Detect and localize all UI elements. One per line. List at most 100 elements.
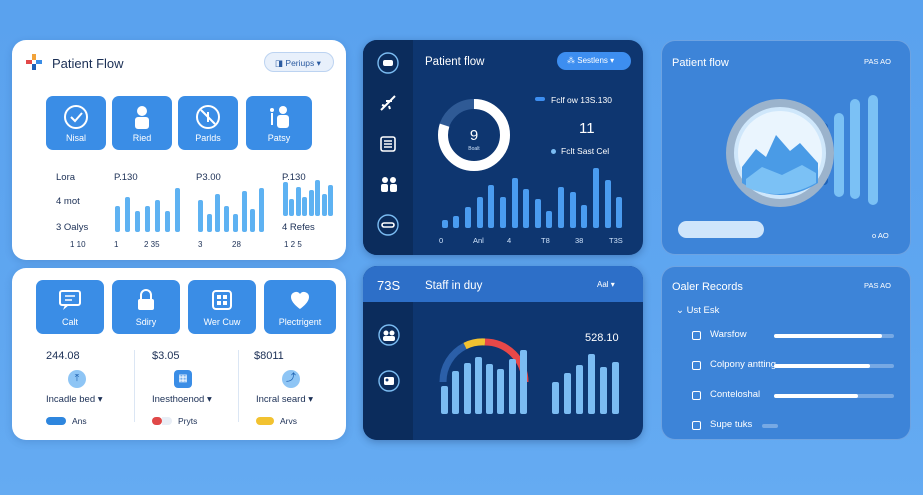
divider xyxy=(134,350,135,422)
record-row[interactable]: Warsfow xyxy=(662,327,910,345)
staff-bar-chart-2 xyxy=(549,354,621,414)
tile-ried[interactable]: Ried xyxy=(112,96,172,150)
legend-label: Arvs xyxy=(280,416,297,426)
chart-bar xyxy=(592,168,599,228)
staff-count: 73S xyxy=(377,278,401,293)
action-pill-button[interactable] xyxy=(678,221,764,238)
chat-icon xyxy=(59,290,81,310)
axis-tick-label: 4 xyxy=(507,236,512,245)
mini-bar xyxy=(124,196,130,232)
stat-label: 4 mot xyxy=(56,196,80,207)
card-corner-label: PAS AO xyxy=(864,281,891,290)
period-dropdown[interactable]: ◨ Periups ▾ xyxy=(264,52,334,72)
record-label: Conteloshal xyxy=(710,389,761,400)
tile-parlds[interactable]: Parlds xyxy=(178,96,238,150)
staff-duty-card: 73S Staff in duy Aal ▾ 528.10 xyxy=(363,266,643,440)
tile-nisal[interactable]: Nisal xyxy=(46,96,106,150)
gauge-value: 528.10 xyxy=(585,332,619,344)
axis-label: 1 10 xyxy=(70,240,86,249)
grid-icon xyxy=(212,290,232,310)
mini-chart-1 xyxy=(112,188,182,232)
record-progress-fill xyxy=(774,334,882,338)
tile-wer-cuw[interactable]: Wer Cuw xyxy=(188,280,256,334)
stat-label-dropdown[interactable]: Incadle bed ▾ xyxy=(46,394,103,405)
mini-bar xyxy=(215,193,221,232)
tile-patsy[interactable]: Patsy xyxy=(246,96,312,150)
chart-bar xyxy=(441,385,449,414)
mini-bar xyxy=(308,189,314,216)
sessions-dropdown-label: Sestlens xyxy=(577,56,608,65)
chart-bar xyxy=(497,368,505,414)
stat-value: $8011 xyxy=(254,350,284,362)
axis-label: 1 xyxy=(114,240,119,249)
record-checkbox[interactable] xyxy=(692,391,701,400)
card-title: Patient flow xyxy=(425,56,485,68)
mini-chart-2 xyxy=(196,188,266,232)
chart-bar xyxy=(474,357,482,414)
people-icon[interactable] xyxy=(380,176,402,198)
team-icon[interactable] xyxy=(378,324,400,346)
quick-actions-card: Calt Sdiry Wer Cuw Plectrigent 244.08 $3… xyxy=(12,268,346,440)
record-checkbox[interactable] xyxy=(692,331,701,340)
mini-bar xyxy=(134,211,140,232)
period-dropdown[interactable]: Aal ▾ xyxy=(597,280,615,289)
link-icon[interactable] xyxy=(377,214,399,236)
patient-flow-card: Patient Flow ◨ Periups ▾ Nisal Ried Parl… xyxy=(12,40,346,260)
blocked-icon xyxy=(196,105,220,129)
car-icon[interactable] xyxy=(377,52,399,74)
tile-label: Sdiry xyxy=(135,317,157,327)
record-progress-track xyxy=(774,364,894,368)
tile-label: Nisal xyxy=(65,133,86,143)
record-progress-fill xyxy=(774,394,858,398)
group-toggle[interactable]: ⌄ Ust Esk xyxy=(676,305,719,316)
lock-icon xyxy=(138,289,154,310)
stat-label: Lora xyxy=(56,172,76,183)
mini-bar xyxy=(114,205,120,232)
id-badge-icon[interactable] xyxy=(378,370,400,392)
record-checkbox[interactable] xyxy=(692,361,701,370)
mini-bar xyxy=(206,214,212,232)
stat-label-dropdown[interactable]: Incral seard ▾ xyxy=(256,394,313,405)
chart-bar xyxy=(452,371,460,414)
mini-bar xyxy=(321,194,327,216)
chevron-down-icon: ⌄ xyxy=(676,305,684,316)
chart-bar xyxy=(616,196,623,228)
stat-label-dropdown[interactable]: Inesthoenod ▾ xyxy=(152,394,212,405)
legend-swatch-arvs xyxy=(256,417,274,425)
record-row[interactable]: Colpony antting xyxy=(662,357,910,375)
person-icon xyxy=(135,106,149,129)
record-progress-track xyxy=(774,394,894,398)
group-label: Ust Esk xyxy=(686,305,720,316)
chart-bar xyxy=(587,354,595,414)
tile-sdiry[interactable]: Sdiry xyxy=(112,280,180,334)
stat-value: $3.05 xyxy=(152,350,180,362)
sessions-dropdown[interactable]: ⁂ Sestlens ▾ xyxy=(557,52,631,70)
record-row[interactable]: Conteloshal xyxy=(662,387,910,405)
plane-icon[interactable] xyxy=(379,94,401,116)
chart-bar xyxy=(511,178,518,228)
list-icon[interactable] xyxy=(380,136,402,158)
legend-label: Ans xyxy=(72,416,87,426)
record-progress-fill xyxy=(774,364,870,368)
tile-plectrigent[interactable]: Plectrigent xyxy=(264,280,336,334)
divider xyxy=(238,350,239,422)
tile-label: Calt xyxy=(61,317,78,327)
card-title: Patient flow xyxy=(672,57,729,69)
chart-bar xyxy=(476,196,483,228)
chart-bar xyxy=(465,207,472,228)
mini-bar xyxy=(154,199,160,232)
calendar-icon: ◨ xyxy=(275,58,284,68)
chart-bar xyxy=(453,215,460,228)
record-checkbox[interactable] xyxy=(692,421,701,430)
tile-call[interactable]: Calt xyxy=(36,280,104,334)
card-corner-label: PAS AO xyxy=(864,57,891,66)
chart-bar xyxy=(488,184,495,228)
sessions-icon: ⁂ xyxy=(567,56,575,65)
stat-label: 3 Oalys xyxy=(56,222,89,233)
record-row[interactable]: Supe tuks xyxy=(662,417,910,435)
legend-swatch xyxy=(535,97,545,101)
record-label: Colpony antting xyxy=(710,359,777,370)
tile-label: Parlds xyxy=(195,133,221,143)
mini-bar xyxy=(302,196,308,216)
grid-icon: ▦ xyxy=(174,370,192,388)
